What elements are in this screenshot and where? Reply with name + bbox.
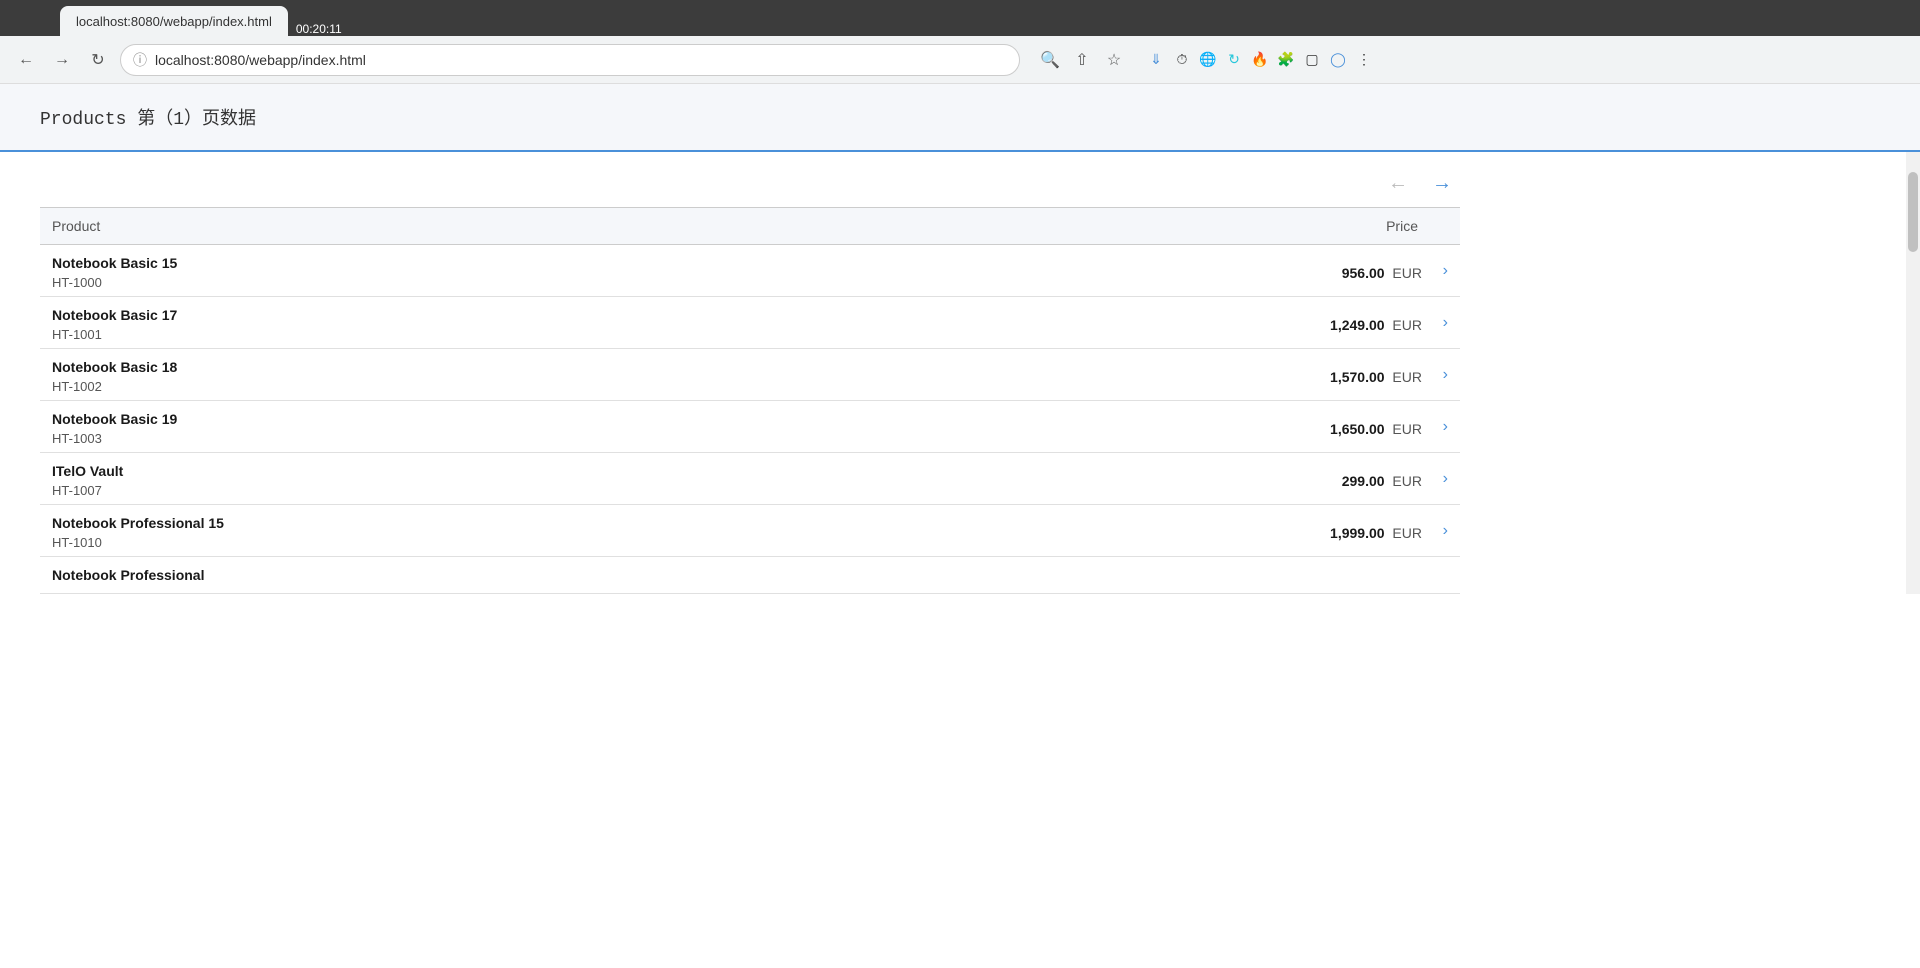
nav-bar: ← → ↻ ⓘ localhost:8080/webapp/index.html… bbox=[0, 36, 1920, 84]
row-chevron-icon[interactable] bbox=[1430, 557, 1460, 594]
price-cell bbox=[925, 557, 1430, 594]
product-name: Notebook Basic 19 bbox=[52, 411, 913, 427]
security-icon: ⓘ bbox=[133, 50, 147, 70]
row-chevron-icon[interactable]: › bbox=[1430, 401, 1460, 453]
table-row[interactable]: ITelO VaultHT-1007299.00 EUR› bbox=[40, 453, 1460, 505]
nav-icons: 🔍 ⇧ ☆ bbox=[1036, 46, 1128, 74]
price-amount: 956.00 bbox=[1342, 265, 1385, 281]
ext-window-icon[interactable]: ▢ bbox=[1300, 48, 1324, 72]
price-amount: 299.00 bbox=[1342, 473, 1385, 489]
page-header: Products 第（1）页数据 bbox=[0, 84, 1920, 152]
scrollbar-thumb[interactable] bbox=[1908, 172, 1918, 252]
product-cell: Notebook Professional 15 HT-1010 bbox=[40, 505, 925, 557]
price-cell: 956.00 EUR bbox=[925, 245, 1430, 297]
pagination-bar: ← → bbox=[40, 152, 1460, 207]
product-name: Notebook Basic 17 bbox=[52, 307, 913, 323]
product-cell: Notebook Basic 19 HT-1003 bbox=[40, 401, 925, 453]
table-row[interactable]: Notebook Professional bbox=[40, 557, 1460, 594]
address-text: localhost:8080/webapp/index.html bbox=[155, 52, 1007, 68]
product-id: HT-1003 bbox=[52, 431, 913, 446]
price-amount: 1,249.00 bbox=[1330, 317, 1385, 333]
product-cell: Notebook Basic 17 HT-1001 bbox=[40, 297, 925, 349]
product-name: Notebook Basic 18 bbox=[52, 359, 913, 375]
product-cell: Notebook Basic 15 HT-1000 bbox=[40, 245, 925, 297]
table-row[interactable]: Notebook Professional 15 HT-1010 1,999.00 … bbox=[40, 505, 1460, 557]
scrollbar-track[interactable] bbox=[1906, 152, 1920, 594]
product-id: HT-1002 bbox=[52, 379, 913, 394]
ext-alarm-icon[interactable]: ⏱ bbox=[1170, 48, 1194, 72]
reload-button[interactable]: ↻ bbox=[84, 46, 112, 74]
price-currency: EUR bbox=[1389, 317, 1422, 333]
row-chevron-icon[interactable]: › bbox=[1430, 349, 1460, 401]
price-amount: 1,650.00 bbox=[1330, 421, 1385, 437]
browser-chrome: localhost:8080/webapp/index.html 00:20:1… bbox=[0, 0, 1920, 84]
row-chevron-icon[interactable]: › bbox=[1430, 505, 1460, 557]
active-tab[interactable]: localhost:8080/webapp/index.html bbox=[60, 6, 288, 36]
price-currency: EUR bbox=[1389, 473, 1422, 489]
row-chevron-icon[interactable]: › bbox=[1430, 297, 1460, 349]
product-id: HT-1010 bbox=[52, 535, 913, 550]
main-area: ← → Product Price Notebook Basic 15 HT-10… bbox=[0, 152, 1920, 594]
price-currency: EUR bbox=[1389, 525, 1422, 541]
tab-title: localhost:8080/webapp/index.html bbox=[76, 14, 272, 29]
product-cell: Notebook Professional bbox=[40, 557, 925, 594]
ext-globe-icon[interactable]: 🌐 bbox=[1196, 48, 1220, 72]
table-row[interactable]: Notebook Basic 17HT-10011,249.00 EUR› bbox=[40, 297, 1460, 349]
product-id: HT-1007 bbox=[52, 483, 913, 498]
product-id: HT-1000 bbox=[52, 275, 913, 290]
table-row[interactable]: Notebook Basic 18HT-10021,570.00 EUR› bbox=[40, 349, 1460, 401]
tab-bar: localhost:8080/webapp/index.html 00:20:1… bbox=[0, 0, 1920, 36]
product-name: Notebook Professional 15 bbox=[52, 515, 913, 531]
row-chevron-icon[interactable]: › bbox=[1430, 245, 1460, 297]
product-cell: Notebook Basic 18 HT-1002 bbox=[40, 349, 925, 401]
col-product: Product bbox=[40, 208, 925, 245]
product-cell: ITelO Vault HT-1007 bbox=[40, 453, 925, 505]
product-list: Notebook Basic 15HT-1000956.00 EUR›Noteb… bbox=[40, 245, 1460, 594]
prev-page-button[interactable]: ← bbox=[1380, 168, 1416, 199]
address-bar[interactable]: ⓘ localhost:8080/webapp/index.html bbox=[120, 44, 1020, 76]
table-header: Product Price bbox=[40, 208, 1460, 245]
price-cell: 1,570.00 EUR bbox=[925, 349, 1430, 401]
table-row[interactable]: Notebook Basic 15HT-1000956.00 EUR› bbox=[40, 245, 1460, 297]
product-name: Notebook Basic 15 bbox=[52, 255, 913, 271]
price-amount: 1,999.00 bbox=[1330, 525, 1385, 541]
row-chevron-icon[interactable]: › bbox=[1430, 453, 1460, 505]
price-currency: EUR bbox=[1389, 265, 1422, 281]
price-cell: 1,650.00 EUR bbox=[925, 401, 1430, 453]
ext-download-icon[interactable]: ⇓ bbox=[1144, 48, 1168, 72]
product-name: ITelO Vault bbox=[52, 463, 913, 479]
price-currency: EUR bbox=[1389, 369, 1422, 385]
clock: 00:20:11 bbox=[296, 22, 342, 36]
product-id: HT-1001 bbox=[52, 327, 913, 342]
back-button[interactable]: ← bbox=[12, 46, 40, 74]
price-cell: 1,999.00 EUR bbox=[925, 505, 1430, 557]
ext-menu-icon[interactable]: ⋮ bbox=[1352, 48, 1376, 72]
product-name: Notebook Professional bbox=[52, 567, 913, 583]
price-cell: 299.00 EUR bbox=[925, 453, 1430, 505]
col-price: Price bbox=[925, 208, 1430, 245]
page-title: Products 第（1）页数据 bbox=[40, 104, 1880, 130]
forward-button[interactable]: → bbox=[48, 46, 76, 74]
extension-icons: ⇓ ⏱ 🌐 ↻ 🔥 🧩 ▢ ◯ ⋮ bbox=[1144, 48, 1376, 72]
product-table: Product Price Notebook Basic 15 HT-1000 95… bbox=[40, 207, 1460, 594]
share-icon[interactable]: ⇧ bbox=[1068, 46, 1096, 74]
bookmark-icon[interactable]: ☆ bbox=[1100, 46, 1128, 74]
ext-fire-icon[interactable]: 🔥 bbox=[1248, 48, 1272, 72]
ext-refresh-icon[interactable]: ↻ bbox=[1222, 48, 1246, 72]
page-content: ← → Product Price Notebook Basic 15 HT-10… bbox=[0, 152, 1500, 594]
ext-puzzle-icon[interactable]: 🧩 bbox=[1274, 48, 1298, 72]
next-page-button[interactable]: → bbox=[1424, 168, 1460, 199]
search-icon[interactable]: 🔍 bbox=[1036, 46, 1064, 74]
table-row[interactable]: Notebook Basic 19HT-10031,650.00 EUR› bbox=[40, 401, 1460, 453]
ext-chrome-icon[interactable]: ◯ bbox=[1326, 48, 1350, 72]
price-cell: 1,249.00 EUR bbox=[925, 297, 1430, 349]
price-currency: EUR bbox=[1389, 421, 1422, 437]
price-amount: 1,570.00 bbox=[1330, 369, 1385, 385]
